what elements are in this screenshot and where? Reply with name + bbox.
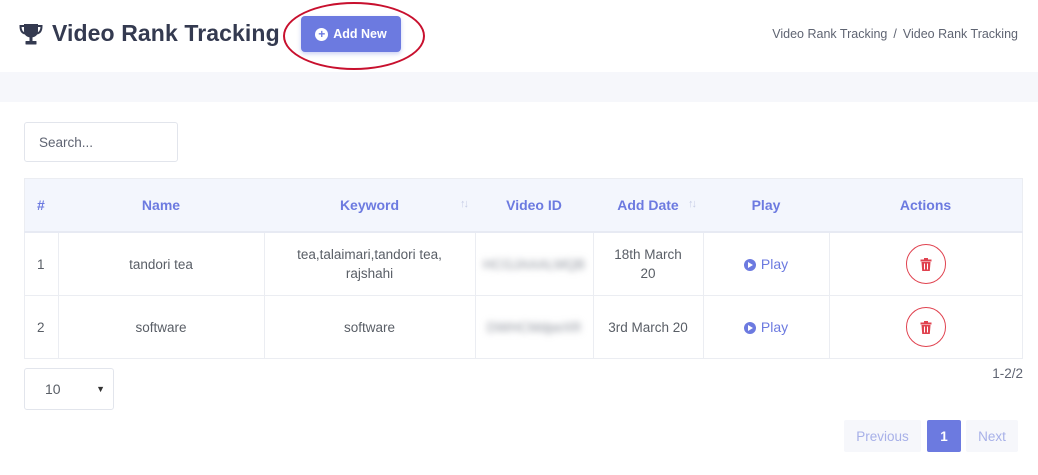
- delete-button[interactable]: [905, 244, 946, 284]
- page-title: Video Rank Tracking: [52, 20, 280, 46]
- cell-keyword: software: [264, 295, 476, 359]
- sort-arrows-icon[interactable]: ↑↓: [688, 198, 697, 210]
- breadcrumb-separator: /: [893, 27, 897, 41]
- cell-actions: [829, 295, 1023, 359]
- cell-play: Play: [703, 295, 830, 359]
- column-header-add-date[interactable]: Add Date ↑↓: [593, 178, 703, 233]
- page-size-select[interactable]: 10 ▼: [24, 368, 114, 410]
- caret-down-icon: ▼: [96, 384, 105, 394]
- page-header: Video Rank Tracking + Add New Video Rank…: [0, 0, 1038, 72]
- main-content: # Name Keyword↑↓ Video ID Add Date↑↓ Pla…: [0, 102, 1038, 475]
- sort-arrows-icon[interactable]: ↑↓: [460, 198, 469, 210]
- table-row: 1 tandori tea tea,talaimari,tandori tea,…: [24, 232, 1023, 296]
- cell-video-id: DWHCMdpeXR: [475, 295, 594, 359]
- column-header-keyword[interactable]: Keyword ↑↓: [264, 178, 475, 233]
- column-header-index: #: [24, 178, 58, 233]
- pagination-previous-button[interactable]: Previous: [844, 420, 921, 452]
- column-header-name[interactable]: Name: [58, 178, 264, 233]
- cell-actions: [829, 232, 1023, 296]
- title-group: Video Rank Tracking: [18, 20, 280, 47]
- cell-add-date: 18th March 20: [593, 232, 704, 296]
- table-header-row: # Name Keyword ↑↓ Video ID Add Date ↑↓ Pla…: [24, 178, 1023, 233]
- cell-keyword: tea,talaimari,tandori tea, rajshahi: [264, 232, 476, 296]
- trash-icon: [920, 320, 932, 334]
- play-circle-icon: [743, 321, 756, 334]
- cell-name: software: [58, 295, 265, 359]
- play-circle-icon: [743, 258, 756, 271]
- delete-button[interactable]: [905, 307, 946, 347]
- pagination-page-1[interactable]: 1: [927, 420, 961, 452]
- cell-index: 2: [24, 295, 59, 359]
- table-row: 2 software software DWHCMdpeXR 3rd March…: [24, 295, 1023, 359]
- trash-icon: [920, 257, 932, 271]
- trophy-icon: [19, 23, 43, 44]
- breadcrumb-item-parent[interactable]: Video Rank Tracking: [772, 27, 887, 41]
- breadcrumb-item-current: Video Rank Tracking: [902, 27, 1018, 41]
- add-new-button[interactable]: + Add New: [301, 16, 401, 52]
- play-link[interactable]: Play: [743, 318, 788, 337]
- search-input[interactable]: [24, 122, 178, 162]
- page-size-value: 10: [45, 381, 61, 397]
- pagination-next-button[interactable]: Next: [966, 420, 1018, 452]
- play-link[interactable]: Play: [743, 255, 788, 274]
- cell-name: tandori tea: [58, 232, 265, 296]
- column-header-actions: Actions: [829, 178, 1023, 233]
- column-header-play: Play: [703, 178, 829, 233]
- plus-circle-icon: +: [315, 27, 329, 41]
- video-rank-table: # Name Keyword ↑↓ Video ID Add Date ↑↓ Pla…: [24, 178, 1023, 359]
- header-spacer: [0, 72, 1038, 102]
- cell-play: Play: [703, 232, 830, 296]
- breadcrumb: Video Rank Tracking / Video Rank Tracking: [772, 27, 1018, 41]
- column-header-video-id[interactable]: Video ID: [475, 178, 593, 233]
- pagination: Previous 1 Next: [844, 420, 1018, 452]
- cell-video-id: HCGJAAALMQB: [475, 232, 594, 296]
- add-new-label: Add New: [333, 27, 387, 41]
- record-count: 1-2/2: [992, 366, 1023, 381]
- cell-index: 1: [24, 232, 59, 296]
- cell-add-date: 3rd March 20: [593, 295, 704, 359]
